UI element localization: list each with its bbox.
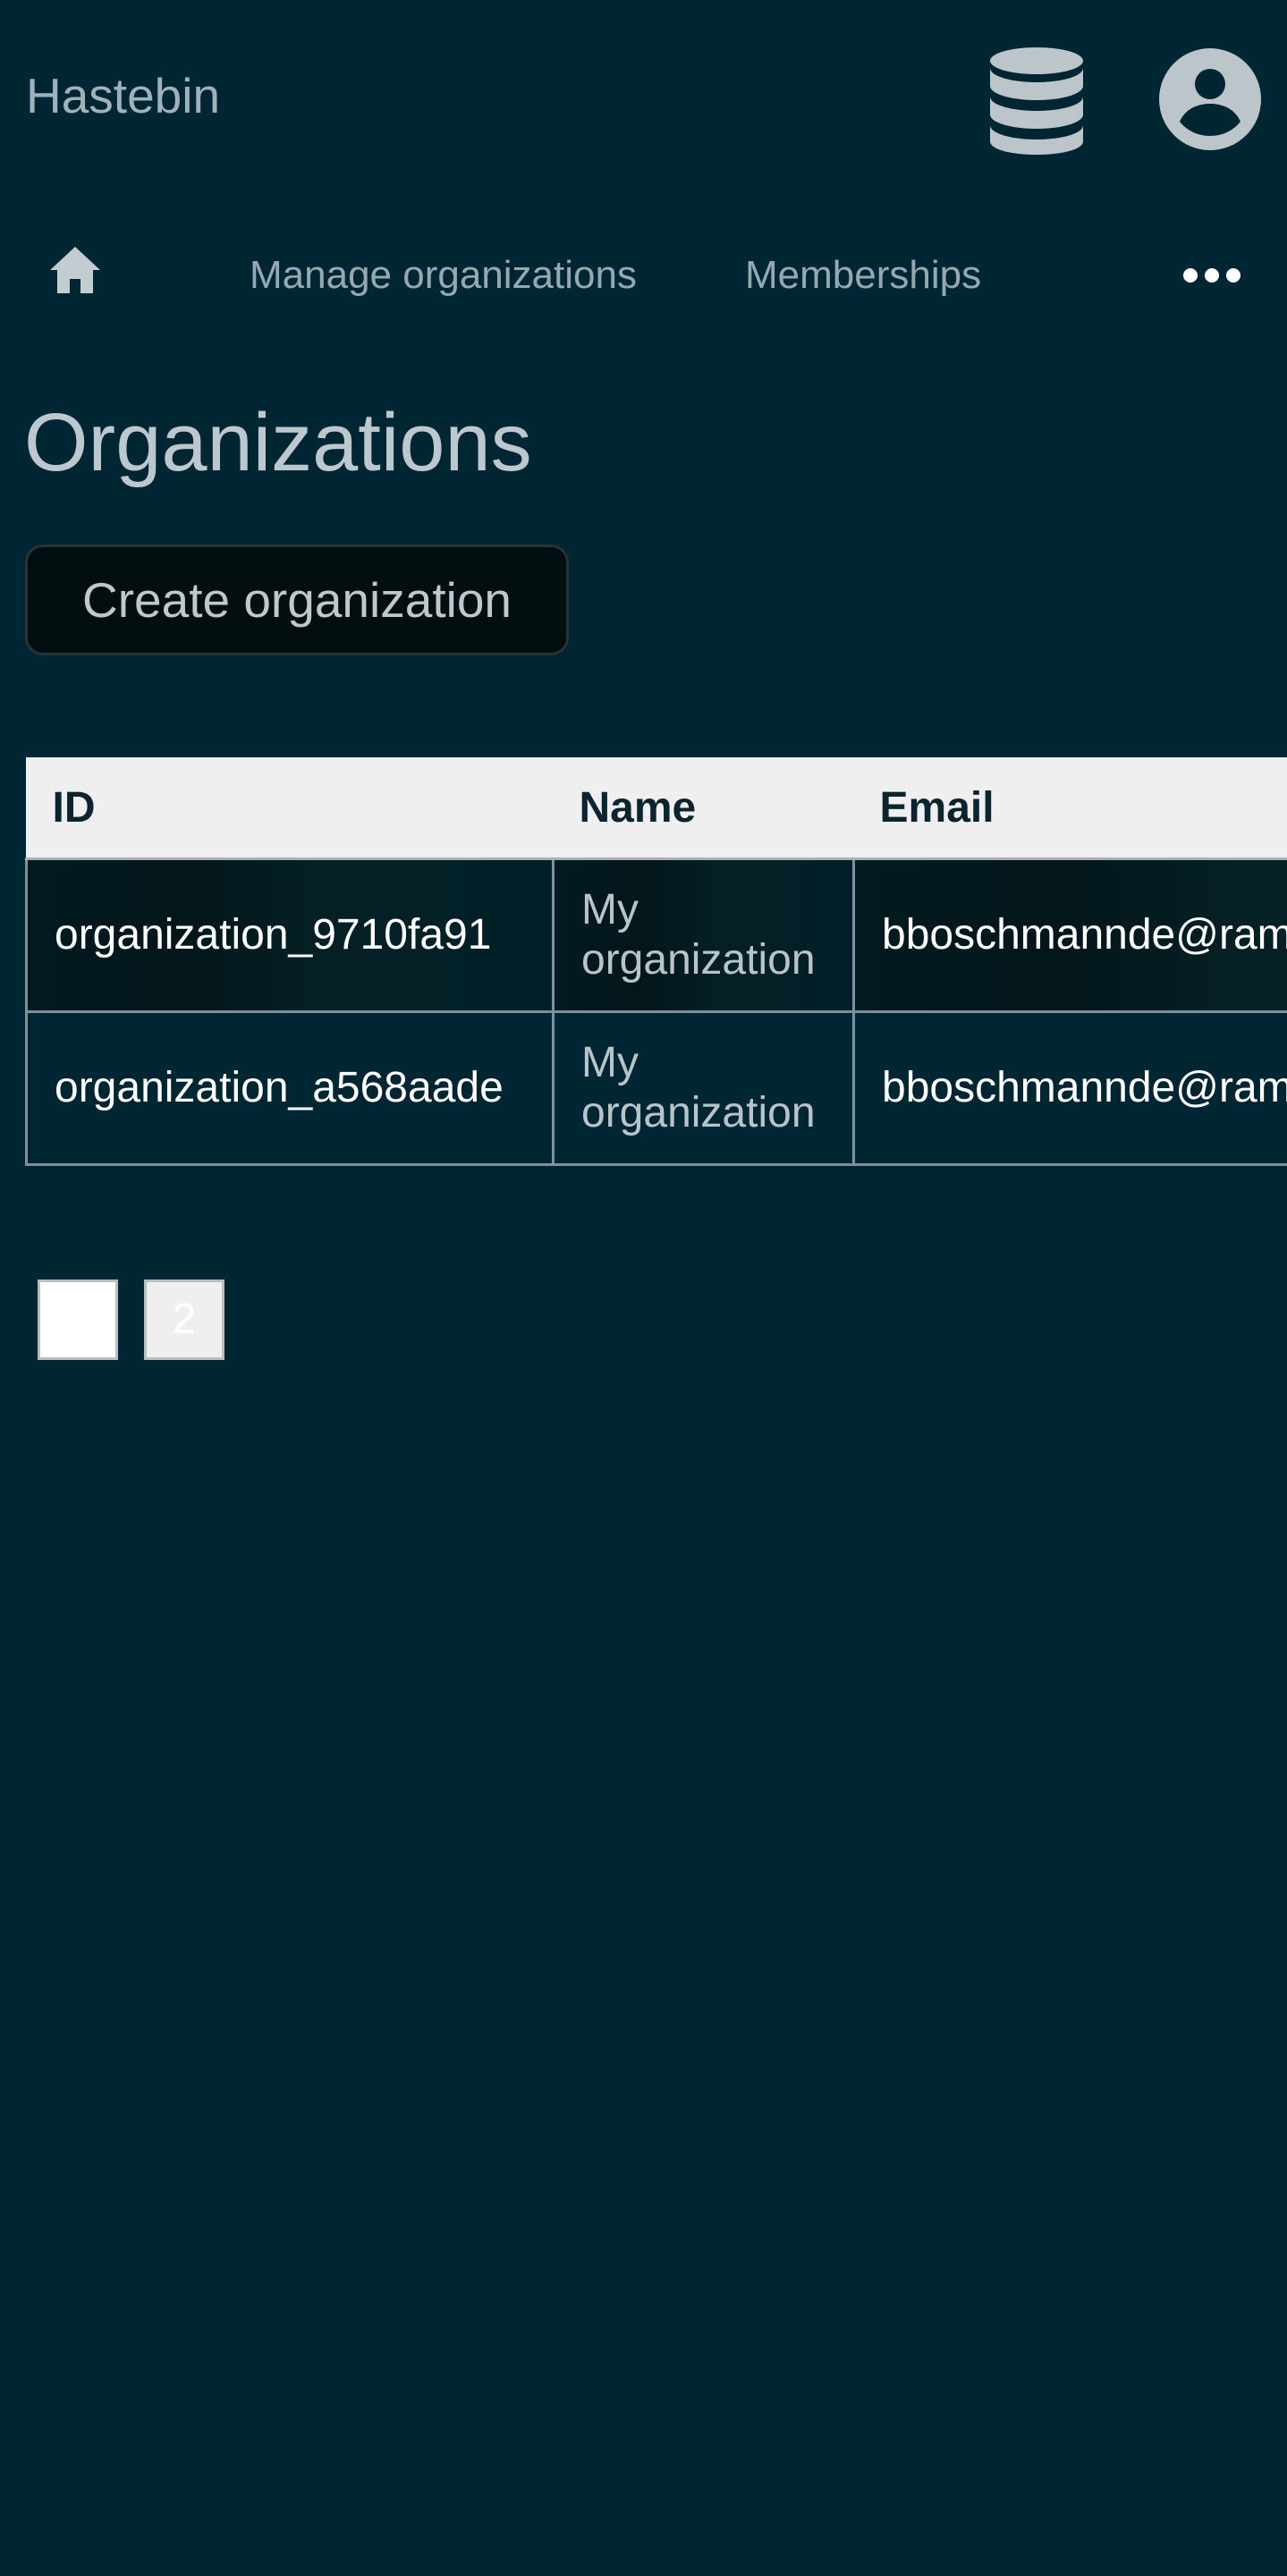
page-title: Organizations — [24, 397, 532, 488]
table-header-row: ID Name Email — [25, 757, 1287, 860]
database-icon[interactable] — [987, 46, 1086, 156]
create-organization-button[interactable]: Create organization — [25, 545, 569, 655]
table-row[interactable]: organization_a568aade My organization bb… — [25, 1010, 1287, 1166]
pagination-page-2[interactable]: 2 — [144, 1280, 224, 1360]
organization-name-cell: My organization — [552, 857, 855, 1013]
app-name[interactable]: Hastebin — [26, 64, 220, 127]
organizations-table: ID Name Email organization_9710fa91 My o… — [25, 757, 1287, 1169]
nav-link-memberships[interactable]: Memberships — [745, 250, 981, 300]
pagination-current-page[interactable] — [38, 1280, 118, 1360]
home-icon[interactable] — [45, 240, 106, 300]
more-horizontal-icon[interactable] — [1182, 266, 1241, 284]
organization-id-cell[interactable]: organization_9710fa91 — [25, 857, 555, 1013]
column-header-name[interactable]: Name — [552, 757, 854, 860]
main-nav: Manage organizations Memberships — [0, 231, 1287, 320]
organization-email-cell: bboschmannde@ram — [852, 1010, 1287, 1166]
nav-link-manage-organizations[interactable]: Manage organizations — [250, 250, 637, 300]
organization-email-cell: bboschmannde@ram — [852, 857, 1287, 1013]
column-header-id[interactable]: ID — [25, 757, 554, 860]
user-profile-icon[interactable] — [1157, 46, 1263, 152]
column-header-email[interactable]: Email — [852, 757, 1287, 860]
organization-id-cell[interactable]: organization_a568aade — [25, 1010, 555, 1166]
table-row[interactable]: organization_9710fa91 My organization bb… — [25, 857, 1287, 1013]
organization-name-cell: My organization — [552, 1010, 855, 1166]
